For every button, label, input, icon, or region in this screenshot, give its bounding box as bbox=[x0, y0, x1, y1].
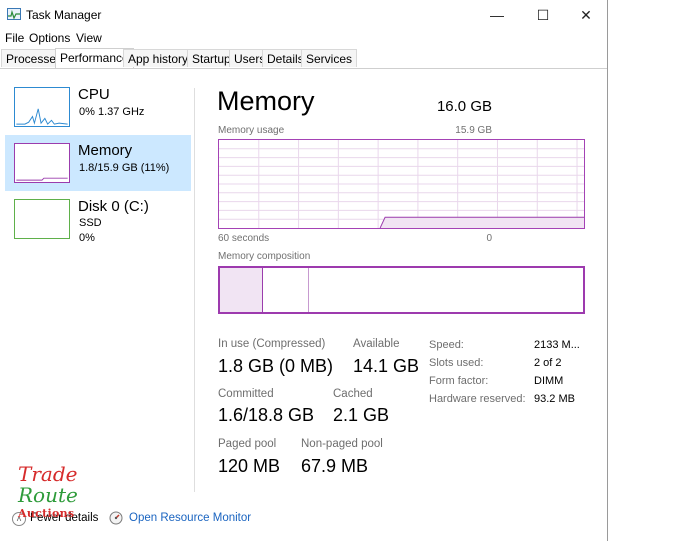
usage-graph-max: 15.9 GB bbox=[455, 125, 492, 136]
trade-route-auctions-logo: Trade Route Auctions bbox=[18, 462, 86, 526]
sidebar-cpu-title: CPU bbox=[78, 86, 110, 103]
available-label: Available bbox=[353, 338, 400, 350]
menu-file[interactable]: File bbox=[5, 31, 24, 45]
memory-usage-graph bbox=[218, 139, 585, 229]
cpu-thumbnail-graph bbox=[14, 87, 70, 127]
sidebar-disk-type: SSD bbox=[79, 217, 102, 229]
sidebar-memory-usage: 1.8/15.9 GB (11%) bbox=[79, 162, 170, 174]
composition-label: Memory composition bbox=[218, 251, 311, 262]
logo-line-auctions: Auctions bbox=[18, 507, 75, 520]
slots-used-label: Slots used: bbox=[429, 357, 484, 369]
panel-divider bbox=[194, 88, 195, 492]
tab-services[interactable]: Services bbox=[301, 49, 358, 67]
composition-standby bbox=[263, 268, 309, 312]
non-paged-pool-label: Non-paged pool bbox=[301, 438, 383, 450]
hardware-reserved-label: Hardware reserved: bbox=[429, 393, 526, 405]
sidebar-memory-title: Memory bbox=[78, 142, 133, 159]
form-factor-label: Form factor: bbox=[429, 375, 489, 387]
slots-used-value: 2 of 2 bbox=[534, 357, 562, 369]
speed-label: Speed: bbox=[429, 339, 464, 351]
memory-total: 16.0 GB bbox=[436, 98, 492, 115]
cached-label: Cached bbox=[333, 388, 373, 400]
task-manager-window: Task Manager — ☐ ✕ File Options View Pro… bbox=[0, 0, 608, 541]
tab-app-history[interactable]: App history bbox=[123, 49, 194, 67]
page-title: Memory bbox=[217, 86, 315, 116]
sidebar-item-memory[interactable]: Memory 1.8/15.9 GB (11%) bbox=[5, 135, 191, 191]
hardware-reserved-value: 93.2 MB bbox=[534, 393, 575, 405]
maximize-button[interactable]: ☐ bbox=[520, 0, 566, 30]
tab-performance[interactable]: Performance bbox=[55, 48, 134, 68]
logo-line-route: Route bbox=[18, 483, 78, 507]
form-factor-value: DIMM bbox=[534, 375, 564, 387]
task-manager-icon bbox=[7, 8, 21, 20]
sidebar-disk-usage: 0% bbox=[79, 232, 95, 244]
title-bar[interactable]: Task Manager — ☐ ✕ bbox=[0, 0, 607, 30]
open-resource-monitor-link[interactable]: Open Resource Monitor bbox=[129, 512, 251, 524]
paged-pool-value: 120 MB bbox=[218, 456, 281, 476]
sidebar-disk-title: Disk 0 (C:) bbox=[78, 198, 149, 215]
graph-time-span: 60 seconds bbox=[218, 233, 270, 244]
sidebar-item-cpu[interactable]: CPU 0% 1.37 GHz bbox=[5, 79, 191, 135]
disk-thumbnail-graph bbox=[14, 199, 70, 239]
memory-thumbnail-graph bbox=[14, 143, 70, 183]
cached-value: 2.1 GB bbox=[333, 405, 390, 425]
menu-view[interactable]: View bbox=[76, 31, 102, 45]
usage-graph-label: Memory usage bbox=[218, 125, 285, 136]
available-value: 14.1 GB bbox=[353, 356, 420, 376]
sidebar-item-disk[interactable]: Disk 0 (C:) SSD 0% bbox=[5, 191, 191, 247]
in-use-label: In use (Compressed) bbox=[218, 338, 326, 350]
in-use-value: 1.8 GB (0 MB) bbox=[218, 356, 334, 376]
window-title: Task Manager bbox=[26, 8, 102, 22]
paged-pool-label: Paged pool bbox=[218, 438, 277, 450]
committed-label: Committed bbox=[218, 388, 274, 400]
committed-value: 1.6/18.8 GB bbox=[218, 405, 315, 425]
menu-options[interactable]: Options bbox=[29, 31, 70, 45]
graph-time-now: 0 bbox=[486, 233, 492, 244]
resource-monitor-icon bbox=[109, 511, 123, 525]
speed-value: 2133 M... bbox=[534, 339, 580, 351]
memory-composition-bar bbox=[218, 266, 585, 314]
close-button[interactable]: ✕ bbox=[563, 0, 609, 30]
composition-in-use bbox=[220, 268, 263, 312]
minimize-button[interactable]: — bbox=[474, 0, 520, 30]
sidebar-cpu-usage: 0% 1.37 GHz bbox=[79, 106, 145, 118]
non-paged-pool-value: 67.9 MB bbox=[301, 456, 369, 476]
